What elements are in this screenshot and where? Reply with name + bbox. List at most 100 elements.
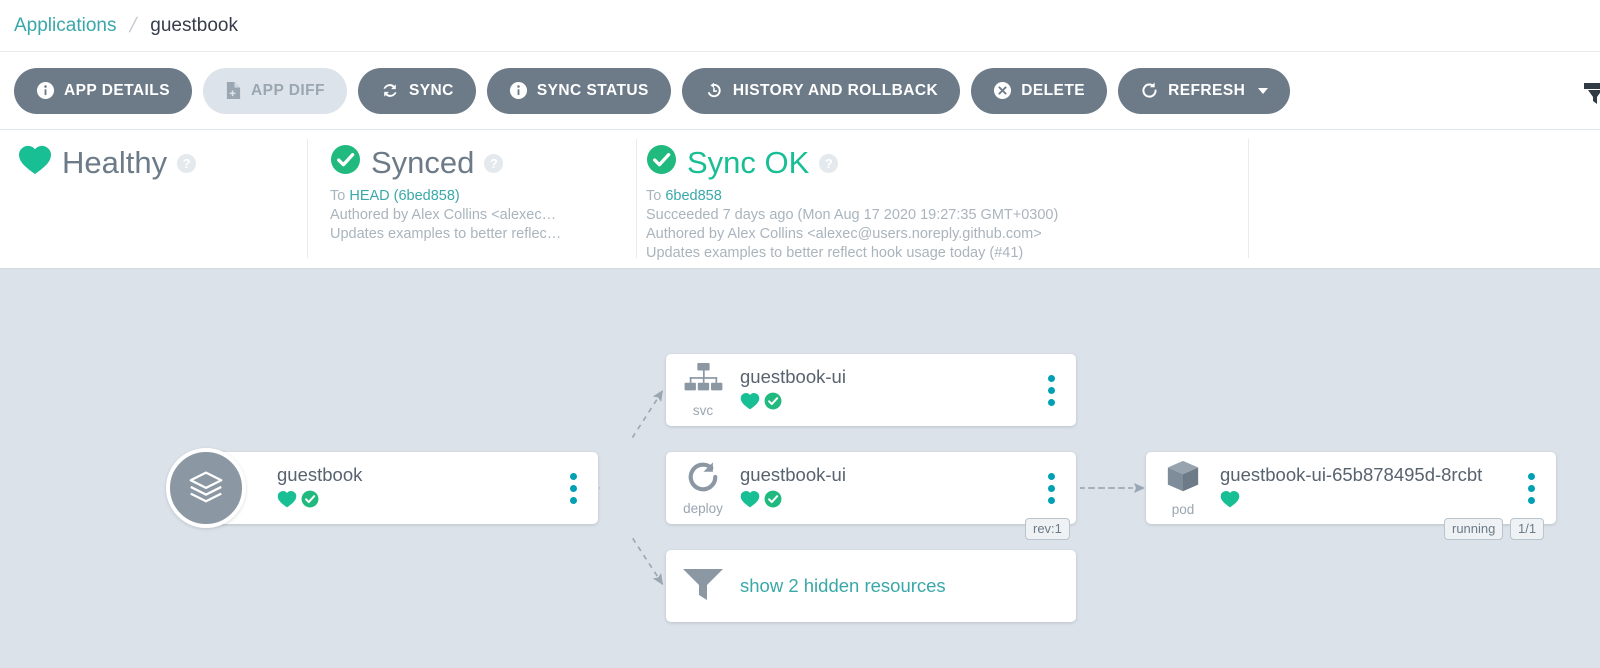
refresh-icon <box>1140 81 1159 100</box>
help-icon[interactable]: ? <box>484 154 504 173</box>
operation-revision-prefix: To <box>646 188 666 204</box>
sync-revision-line: To HEAD (6bed858) <box>330 187 561 206</box>
operation-revision-link[interactable]: 6bed858 <box>665 188 721 204</box>
operation-author-line: Authored by Alex Collins <alexec@users.n… <box>646 226 1042 242</box>
node-status-icons <box>740 490 1028 513</box>
node-kind-label: deploy <box>683 501 723 516</box>
pod-cube-icon <box>1164 459 1202 500</box>
application-icon-circle[interactable] <box>166 448 246 528</box>
app-details-button[interactable]: APP DETAILS <box>14 67 193 114</box>
resource-node-svc-guestbook-ui[interactable]: svc guestbook-ui <box>666 354 1076 426</box>
healthy-heart-icon <box>18 144 52 180</box>
node-badge-ready: 1/1 <box>1510 518 1545 540</box>
delete-button[interactable]: DELETE <box>971 67 1108 114</box>
sync-message-line: Updates examples to better reflec… <box>330 226 562 242</box>
application-node-guestbook[interactable]: guestbook <box>203 452 598 524</box>
breadcrumb-link-applications[interactable]: Applications <box>14 15 116 37</box>
node-body: show 2 hidden resources <box>740 574 1076 598</box>
synced-check-icon <box>330 144 361 180</box>
sync-status-label: Synced <box>371 144 475 180</box>
history-and-rollback-button[interactable]: HISTORY AND ROLLBACK <box>681 67 961 114</box>
app-details-label: APP DETAILS <box>64 81 171 99</box>
node-status-icons <box>277 490 550 513</box>
synced-check-icon <box>646 144 677 180</box>
node-menu-button[interactable] <box>1038 374 1064 406</box>
healthy-heart-icon <box>1220 490 1240 513</box>
node-body: guestbook-ui-65b878495d-8rcbt <box>1220 463 1518 513</box>
sync-icon <box>380 81 400 100</box>
info-icon <box>36 81 55 100</box>
help-icon[interactable]: ? <box>819 154 839 173</box>
breadcrumb-separator: / <box>127 13 140 37</box>
page-corner-icon[interactable] <box>1572 74 1600 108</box>
refresh-button[interactable]: REFRESH <box>1118 67 1291 114</box>
hidden-resources-node[interactable]: show 2 hidden resources <box>666 550 1076 622</box>
help-icon[interactable]: ? <box>177 154 197 173</box>
node-menu-button[interactable] <box>1038 472 1064 504</box>
node-badge-running: running <box>1444 518 1504 540</box>
history-icon <box>704 81 724 100</box>
operation-status-label: Sync OK <box>687 144 810 180</box>
status-divider <box>1248 139 1249 258</box>
sync-revision-prefix: To <box>330 188 350 204</box>
node-body: guestbook-ui <box>740 463 1038 513</box>
node-kind-icon: pod <box>1146 459 1220 517</box>
show-hidden-resources-link[interactable]: show 2 hidden resources <box>740 574 1066 598</box>
node-name: guestbook <box>277 464 363 485</box>
application-layers-icon <box>185 465 227 512</box>
node-name: guestbook-ui <box>740 366 846 387</box>
node-kind-icon <box>666 564 740 609</box>
sync-status-button[interactable]: SYNC STATUS <box>486 67 671 114</box>
synced-check-icon <box>764 490 782 513</box>
sync-status-column: Synced ? To HEAD (6bed858) Authored by A… <box>330 144 561 244</box>
app-diff-label: APP DIFF <box>251 81 325 99</box>
node-status-icons <box>740 392 1028 415</box>
node-badge-revision: rev:1 <box>1025 518 1070 540</box>
status-divider <box>636 139 637 258</box>
healthy-heart-icon <box>740 490 760 513</box>
breadcrumb-current-guestbook: guestbook <box>150 14 238 36</box>
sync-button[interactable]: SYNC <box>357 67 476 114</box>
sync-revision-link[interactable]: HEAD (6bed858) <box>349 188 459 204</box>
status-divider <box>307 139 308 258</box>
filter-funnel-icon <box>680 564 726 609</box>
healthy-heart-icon <box>740 392 760 415</box>
operation-status-column: Sync OK ? To 6bed858 Succeeded 7 days ag… <box>646 144 1058 263</box>
operation-succeeded-line: Succeeded 7 days ago (Mon Aug 17 2020 19… <box>646 207 1059 223</box>
resource-node-deploy-guestbook-ui[interactable]: deploy guestbook-ui <box>666 452 1076 524</box>
synced-check-icon <box>764 392 782 415</box>
app-status-bar: Healthy ? Synced ? To HEAD (6bed858) Aut… <box>0 130 1600 269</box>
history-and-rollback-label: HISTORY AND ROLLBACK <box>732 81 939 99</box>
node-kind-label: svc <box>692 403 714 418</box>
app-diff-button[interactable]: APP DIFF <box>203 67 347 114</box>
operation-revision-line: To 6bed858 <box>646 187 1058 206</box>
sync-author-line: Authored by Alex Collins <alexec… <box>330 207 557 223</box>
chevron-down-icon[interactable] <box>1258 87 1269 94</box>
close-circle-icon <box>993 81 1012 100</box>
service-sitemap-icon <box>682 362 724 401</box>
node-body: guestbook <box>277 463 560 513</box>
node-name: guestbook-ui <box>740 464 846 485</box>
node-kind-icon: deploy <box>666 460 740 516</box>
node-kind-icon: svc <box>666 362 740 418</box>
node-status-icons <box>1220 490 1508 513</box>
node-menu-button[interactable] <box>560 472 586 504</box>
node-menu-button[interactable] <box>1518 472 1544 504</box>
operation-message-line: Updates examples to better reflect hook … <box>646 245 1024 261</box>
health-status-label: Healthy <box>62 144 168 180</box>
node-body: guestbook-ui <box>740 365 1038 415</box>
node-name: guestbook-ui-65b878495d-8rcbt <box>1220 464 1483 485</box>
sync-status-label: SYNC STATUS <box>536 81 649 99</box>
healthy-heart-icon <box>277 490 297 513</box>
delete-label: DELETE <box>1021 81 1086 99</box>
node-kind-label: pod <box>1171 502 1195 517</box>
deployment-rotate-icon <box>684 460 722 499</box>
synced-check-icon <box>301 490 319 513</box>
resource-node-pod[interactable]: pod guestbook-ui-65b878495d-8rcbt <box>1146 452 1556 524</box>
refresh-label: REFRESH <box>1168 81 1246 99</box>
breadcrumb: Applications / guestbook <box>0 0 1600 52</box>
sync-label: SYNC <box>408 81 454 99</box>
health-status-column: Healthy ? <box>18 144 197 180</box>
resource-tree: guestbook svc guestbook-ui deploy guestb… <box>0 270 1600 668</box>
file-diff-icon <box>225 81 242 100</box>
